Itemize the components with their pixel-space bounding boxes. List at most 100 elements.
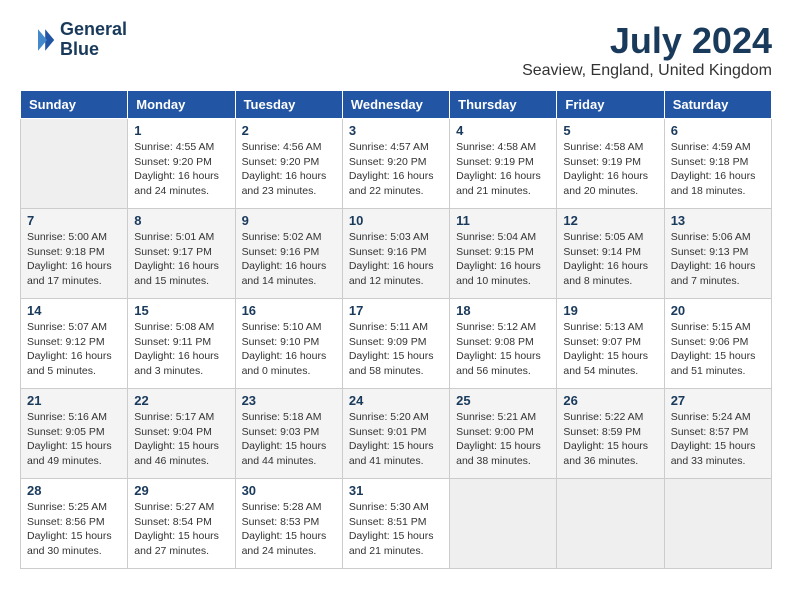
day-header: Tuesday	[235, 91, 342, 119]
day-info: Sunrise: 5:04 AM Sunset: 9:15 PM Dayligh…	[456, 230, 550, 289]
day-number: 21	[27, 393, 121, 408]
day-number: 9	[242, 213, 336, 228]
day-info: Sunrise: 5:00 AM Sunset: 9:18 PM Dayligh…	[27, 230, 121, 289]
day-info: Sunrise: 5:24 AM Sunset: 8:57 PM Dayligh…	[671, 410, 765, 469]
day-info: Sunrise: 4:57 AM Sunset: 9:20 PM Dayligh…	[349, 140, 443, 199]
calendar-cell: 10Sunrise: 5:03 AM Sunset: 9:16 PM Dayli…	[342, 209, 449, 299]
day-info: Sunrise: 5:07 AM Sunset: 9:12 PM Dayligh…	[27, 320, 121, 379]
day-info: Sunrise: 5:10 AM Sunset: 9:10 PM Dayligh…	[242, 320, 336, 379]
day-info: Sunrise: 5:20 AM Sunset: 9:01 PM Dayligh…	[349, 410, 443, 469]
day-number: 29	[134, 483, 228, 498]
calendar-cell: 25Sunrise: 5:21 AM Sunset: 9:00 PM Dayli…	[450, 389, 557, 479]
logo-text: General Blue	[60, 20, 127, 60]
day-info: Sunrise: 5:27 AM Sunset: 8:54 PM Dayligh…	[134, 500, 228, 559]
day-info: Sunrise: 5:06 AM Sunset: 9:13 PM Dayligh…	[671, 230, 765, 289]
calendar-cell: 17Sunrise: 5:11 AM Sunset: 9:09 PM Dayli…	[342, 299, 449, 389]
day-info: Sunrise: 5:05 AM Sunset: 9:14 PM Dayligh…	[563, 230, 657, 289]
day-header: Wednesday	[342, 91, 449, 119]
location: Seaview, England, United Kingdom	[522, 62, 772, 80]
day-number: 18	[456, 303, 550, 318]
day-number: 13	[671, 213, 765, 228]
calendar-cell: 15Sunrise: 5:08 AM Sunset: 9:11 PM Dayli…	[128, 299, 235, 389]
calendar-cell: 30Sunrise: 5:28 AM Sunset: 8:53 PM Dayli…	[235, 479, 342, 569]
day-number: 31	[349, 483, 443, 498]
day-number: 1	[134, 123, 228, 138]
day-info: Sunrise: 5:17 AM Sunset: 9:04 PM Dayligh…	[134, 410, 228, 469]
calendar-cell: 3Sunrise: 4:57 AM Sunset: 9:20 PM Daylig…	[342, 119, 449, 209]
logo-line2: Blue	[60, 40, 127, 60]
month-title: July 2024	[522, 20, 772, 62]
day-info: Sunrise: 4:55 AM Sunset: 9:20 PM Dayligh…	[134, 140, 228, 199]
calendar-week: 7 Sunrise: 5:00 AM Sunset: 9:18 PM Daylig…	[21, 209, 772, 299]
day-info: Sunrise: 4:58 AM Sunset: 9:19 PM Dayligh…	[563, 140, 657, 199]
calendar-cell: 24 Sunrise: 5:20 AM Sunset: 9:01 PM Dayli…	[342, 389, 449, 479]
calendar-cell: 20Sunrise: 5:15 AM Sunset: 9:06 PM Dayli…	[664, 299, 771, 389]
calendar-cell	[557, 479, 664, 569]
day-info: Sunrise: 5:22 AM Sunset: 8:59 PM Dayligh…	[563, 410, 657, 469]
day-number: 7	[27, 213, 121, 228]
day-info: Sunrise: 5:02 AM Sunset: 9:16 PM Dayligh…	[242, 230, 336, 289]
day-info: Sunrise: 5:01 AM Sunset: 9:17 PM Dayligh…	[134, 230, 228, 289]
calendar-week: 14 Sunrise: 5:07 AM Sunset: 9:12 PM Dayli…	[21, 299, 772, 389]
calendar-cell: 5 Sunrise: 4:58 AM Sunset: 9:19 PM Daylig…	[557, 119, 664, 209]
calendar-cell: 14 Sunrise: 5:07 AM Sunset: 9:12 PM Dayli…	[21, 299, 128, 389]
day-number: 6	[671, 123, 765, 138]
calendar-cell: 27 Sunrise: 5:24 AM Sunset: 8:57 PM Dayli…	[664, 389, 771, 479]
calendar-cell: 23Sunrise: 5:18 AM Sunset: 9:03 PM Dayli…	[235, 389, 342, 479]
calendar-cell: 22 Sunrise: 5:17 AM Sunset: 9:04 PM Dayli…	[128, 389, 235, 479]
calendar-week: 1 Sunrise: 4:55 AM Sunset: 9:20 PM Daylig…	[21, 119, 772, 209]
day-number: 22	[134, 393, 228, 408]
day-number: 12	[563, 213, 657, 228]
calendar-cell: 31 Sunrise: 5:30 AM Sunset: 8:51 PM Dayli…	[342, 479, 449, 569]
calendar-week: 21Sunrise: 5:16 AM Sunset: 9:05 PM Dayli…	[21, 389, 772, 479]
day-number: 25	[456, 393, 550, 408]
logo: General Blue	[20, 20, 127, 60]
day-number: 23	[242, 393, 336, 408]
calendar-cell: 8 Sunrise: 5:01 AM Sunset: 9:17 PM Daylig…	[128, 209, 235, 299]
calendar-cell	[664, 479, 771, 569]
day-info: Sunrise: 5:30 AM Sunset: 8:51 PM Dayligh…	[349, 500, 443, 559]
day-info: Sunrise: 5:13 AM Sunset: 9:07 PM Dayligh…	[563, 320, 657, 379]
day-info: Sunrise: 5:25 AM Sunset: 8:56 PM Dayligh…	[27, 500, 121, 559]
calendar-cell: 9 Sunrise: 5:02 AM Sunset: 9:16 PM Daylig…	[235, 209, 342, 299]
day-number: 26	[563, 393, 657, 408]
day-info: Sunrise: 5:12 AM Sunset: 9:08 PM Dayligh…	[456, 320, 550, 379]
day-number: 11	[456, 213, 550, 228]
calendar-body: 1 Sunrise: 4:55 AM Sunset: 9:20 PM Daylig…	[21, 119, 772, 569]
day-number: 2	[242, 123, 336, 138]
day-number: 4	[456, 123, 550, 138]
day-number: 28	[27, 483, 121, 498]
day-number: 16	[242, 303, 336, 318]
day-number: 17	[349, 303, 443, 318]
calendar-cell: 2Sunrise: 4:56 AM Sunset: 9:20 PM Daylig…	[235, 119, 342, 209]
day-number: 5	[563, 123, 657, 138]
day-number: 14	[27, 303, 121, 318]
calendar-table: SundayMondayTuesdayWednesdayThursdayFrid…	[20, 90, 772, 569]
calendar-week: 28 Sunrise: 5:25 AM Sunset: 8:56 PM Dayli…	[21, 479, 772, 569]
day-number: 24	[349, 393, 443, 408]
calendar-cell: 13 Sunrise: 5:06 AM Sunset: 9:13 PM Dayli…	[664, 209, 771, 299]
calendar-cell: 6 Sunrise: 4:59 AM Sunset: 9:18 PM Daylig…	[664, 119, 771, 209]
calendar-cell: 7 Sunrise: 5:00 AM Sunset: 9:18 PM Daylig…	[21, 209, 128, 299]
day-number: 10	[349, 213, 443, 228]
day-number: 15	[134, 303, 228, 318]
day-number: 30	[242, 483, 336, 498]
calendar-cell: 29 Sunrise: 5:27 AM Sunset: 8:54 PM Dayli…	[128, 479, 235, 569]
day-header: Sunday	[21, 91, 128, 119]
calendar-cell: 16 Sunrise: 5:10 AM Sunset: 9:10 PM Dayli…	[235, 299, 342, 389]
calendar-cell: 18 Sunrise: 5:12 AM Sunset: 9:08 PM Dayli…	[450, 299, 557, 389]
calendar-cell: 28 Sunrise: 5:25 AM Sunset: 8:56 PM Dayli…	[21, 479, 128, 569]
day-info: Sunrise: 4:58 AM Sunset: 9:19 PM Dayligh…	[456, 140, 550, 199]
calendar-cell: 1 Sunrise: 4:55 AM Sunset: 9:20 PM Daylig…	[128, 119, 235, 209]
day-header: Friday	[557, 91, 664, 119]
day-number: 19	[563, 303, 657, 318]
calendar-cell: 21Sunrise: 5:16 AM Sunset: 9:05 PM Dayli…	[21, 389, 128, 479]
day-info: Sunrise: 4:59 AM Sunset: 9:18 PM Dayligh…	[671, 140, 765, 199]
title-block: July 2024 Seaview, England, United Kingd…	[522, 20, 772, 80]
calendar-header: SundayMondayTuesdayWednesdayThursdayFrid…	[21, 91, 772, 119]
calendar-cell	[450, 479, 557, 569]
day-number: 20	[671, 303, 765, 318]
day-number: 8	[134, 213, 228, 228]
logo-line1: General	[60, 20, 127, 40]
day-number: 27	[671, 393, 765, 408]
